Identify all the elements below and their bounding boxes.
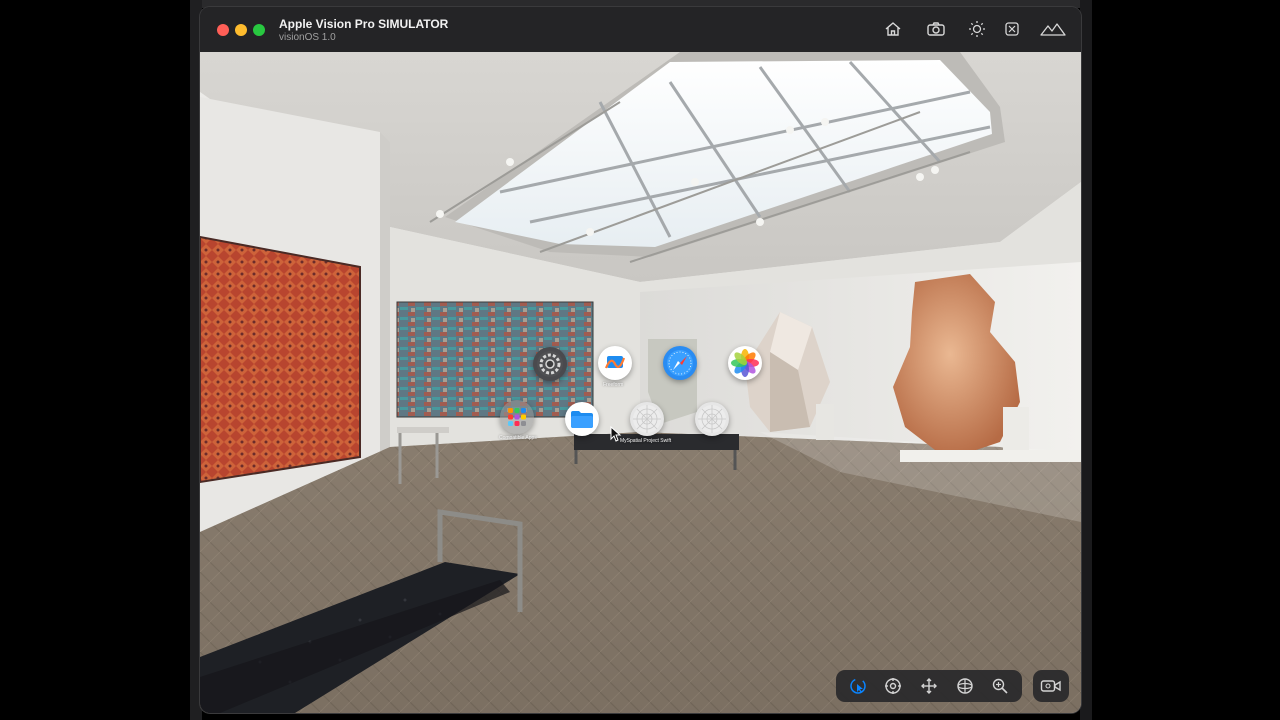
screenshot-button[interactable] bbox=[924, 18, 948, 40]
device-frame-icon bbox=[1005, 22, 1019, 36]
look-around-icon bbox=[885, 678, 902, 694]
app-freeform[interactable] bbox=[598, 346, 632, 380]
window-subtitle: visionOS 1.0 bbox=[279, 32, 336, 43]
pan-move-icon bbox=[920, 678, 937, 694]
simulator-window: Apple Vision Pro SIMULATOR visionOS 1.0 bbox=[200, 7, 1081, 713]
settings-gear-icon bbox=[537, 351, 563, 377]
app-placeholder-1[interactable] bbox=[630, 402, 664, 436]
titlebar: Apple Vision Pro SIMULATOR visionOS 1.0 bbox=[200, 7, 1081, 53]
app-placeholder-label: MySpatial Project Swift bbox=[620, 438, 672, 444]
safari-compass-icon bbox=[667, 350, 693, 376]
app-safari[interactable] bbox=[663, 346, 697, 380]
mouse-cursor-icon bbox=[610, 426, 622, 442]
maximize-button[interactable] bbox=[253, 24, 265, 36]
photos-flower-icon bbox=[731, 349, 759, 377]
record-video-button[interactable] bbox=[1033, 670, 1069, 702]
home-icon bbox=[885, 22, 901, 36]
files-folder-icon bbox=[571, 411, 593, 428]
window-title: Apple Vision Pro SIMULATOR bbox=[279, 17, 449, 31]
record-video-icon bbox=[1040, 680, 1061, 692]
camera-icon bbox=[927, 22, 945, 36]
close-button[interactable] bbox=[217, 24, 229, 36]
zoom-icon bbox=[992, 678, 1008, 694]
placeholder-app-icon bbox=[698, 405, 726, 433]
placeholder-app-icon bbox=[633, 405, 661, 433]
app-compatible-apps-label: Compatible Apps bbox=[499, 435, 537, 441]
orbit-icon bbox=[956, 678, 973, 694]
tool-orbit[interactable] bbox=[952, 673, 978, 699]
tool-interact[interactable] bbox=[845, 673, 871, 699]
brightness-icon bbox=[969, 21, 985, 37]
environment-mountains-icon bbox=[1040, 23, 1066, 36]
tool-pan[interactable] bbox=[916, 673, 942, 699]
app-files[interactable] bbox=[565, 402, 599, 436]
background-window-right-edge bbox=[1080, 0, 1092, 720]
tool-zoom[interactable] bbox=[987, 673, 1013, 699]
freeform-icon bbox=[604, 356, 626, 369]
gallery-environment bbox=[200, 52, 1081, 713]
home-button[interactable] bbox=[881, 18, 905, 40]
app-placeholder-2[interactable] bbox=[695, 402, 729, 436]
app-freeform-label: Freeform bbox=[603, 382, 624, 388]
app-photos[interactable] bbox=[728, 346, 762, 380]
tool-look-around[interactable] bbox=[880, 673, 906, 699]
immersive-environment-viewport[interactable]: Freeform Compatible Apps MySpatial Proje… bbox=[200, 52, 1081, 713]
brightness-button[interactable] bbox=[965, 18, 989, 40]
simulator-control-toolbar bbox=[836, 670, 1022, 702]
device-frame-button[interactable] bbox=[1000, 18, 1024, 40]
environment-button[interactable] bbox=[1038, 18, 1068, 40]
compatible-apps-folder-icon bbox=[508, 408, 526, 426]
interact-pointer-icon bbox=[850, 678, 866, 694]
app-compatible-apps[interactable] bbox=[500, 400, 534, 434]
app-settings[interactable] bbox=[533, 347, 567, 381]
minimize-button[interactable] bbox=[235, 24, 247, 36]
